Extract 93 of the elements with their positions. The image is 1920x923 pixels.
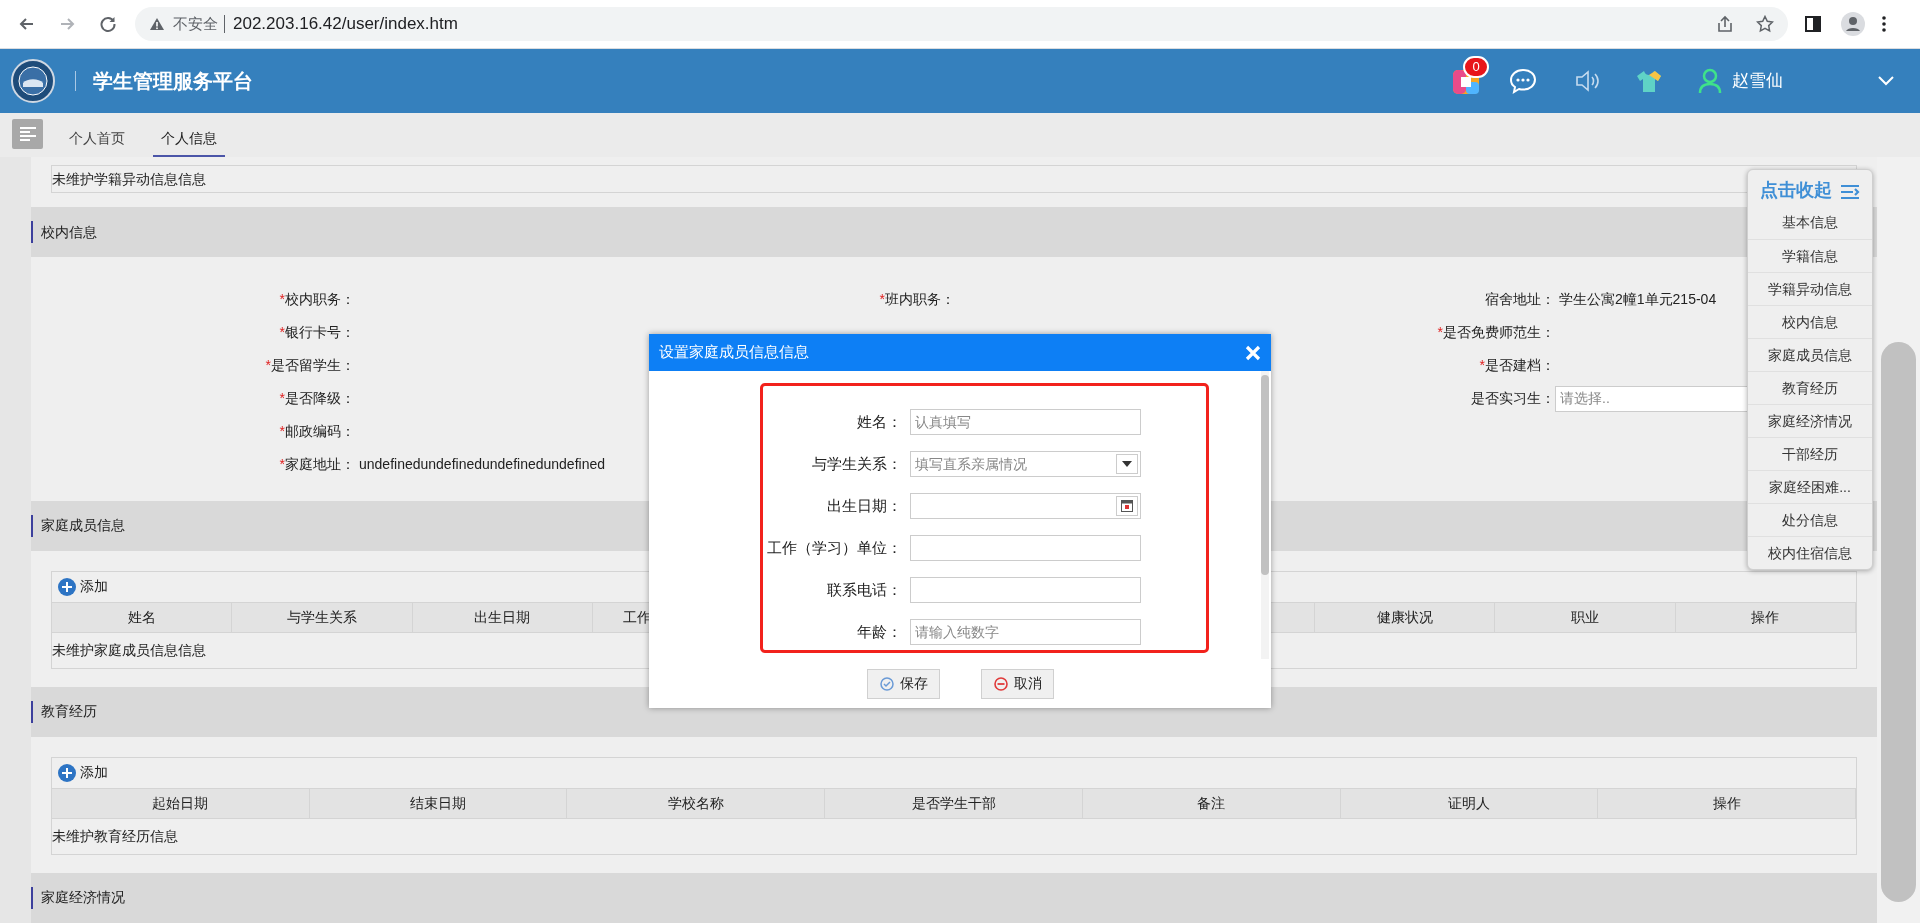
column-header: 备注 (1082, 788, 1341, 818)
collapse-icon[interactable] (1840, 184, 1860, 200)
column-header: 起始日期 (52, 788, 310, 818)
field-label: *银行卡号： (278, 323, 355, 342)
select-field[interactable]: 填写直系亲属情况 (910, 451, 1141, 477)
field-value: 学生公寓2幢1单元215-04 (1559, 290, 1717, 309)
field-label: *邮政编码： (278, 422, 355, 441)
column-header: 操作 (1675, 602, 1856, 632)
side-menu-item[interactable]: 教育经历 (1748, 371, 1872, 404)
scrollbar-thumb[interactable] (1261, 375, 1269, 575)
side-menu-item[interactable]: 学籍信息 (1748, 239, 1872, 272)
field-label: 与学生关系： (811, 453, 902, 474)
input-field[interactable] (910, 577, 1141, 603)
plus-icon (58, 577, 76, 596)
field-label: 出生日期： (826, 495, 902, 516)
profile-icon[interactable] (1841, 12, 1865, 36)
field-value: undefinedundefinedundefinedundefined (359, 455, 605, 474)
star-icon[interactable] (1756, 15, 1774, 33)
dialog-button[interactable]: 保存 (867, 668, 940, 699)
section-title: 家庭经济情况 (41, 888, 125, 908)
column-header: 是否学生干部 (825, 788, 1083, 818)
tab[interactable]: 个人首页 (61, 121, 133, 157)
column-header: 学校名称 (567, 788, 826, 818)
check-circle-icon (879, 676, 894, 691)
input-field[interactable]: 请输入纯数字 (910, 619, 1141, 645)
column-header: 结束日期 (309, 788, 568, 818)
security-label: 不安全 (173, 13, 218, 34)
app-title: 学生管理服务平台 (93, 69, 253, 94)
side-menu-item[interactable]: 家庭成员信息 (1748, 338, 1872, 371)
field-label: 年龄： (856, 621, 902, 642)
field-label: 是否实习生： (1470, 389, 1555, 408)
empty-message: 未维护家庭成员信息信息 (52, 640, 206, 660)
side-menu-item[interactable]: 家庭经济情况 (1748, 404, 1872, 437)
field-label: *是否留学生： (264, 356, 355, 375)
more-icon[interactable] (1881, 15, 1887, 33)
add-button[interactable]: 添加 (58, 762, 108, 784)
share-icon[interactable] (1716, 15, 1734, 33)
column-header: 姓名 (52, 602, 233, 632)
plus-icon (58, 763, 76, 782)
column-header: 健康状况 (1314, 602, 1496, 632)
column-header: 与学生关系 (232, 602, 413, 632)
side-menu-item[interactable]: 校内住宿信息 (1748, 536, 1872, 569)
speaker-icon[interactable] (1574, 69, 1600, 93)
minus-circle-icon (993, 676, 1008, 691)
empty-message: 未维护教育经历信息 (52, 826, 178, 846)
field-label: *校内职务： (278, 290, 355, 309)
dialog-title: 设置家庭成员信息信息 (659, 342, 809, 363)
side-menu-item[interactable]: 学籍异动信息 (1748, 272, 1872, 305)
section-title: 家庭成员信息 (41, 516, 125, 536)
url-text: 202.203.16.42/user/index.htm (233, 13, 458, 36)
menu-icon (17, 126, 38, 142)
field-label: 联系电话： (826, 579, 902, 600)
date-field[interactable] (910, 493, 1141, 519)
caret-icon (1122, 461, 1132, 467)
shirt-icon[interactable] (1635, 69, 1663, 93)
dialog-button[interactable]: 取消 (981, 668, 1054, 699)
column-header: 操作 (1598, 788, 1857, 818)
side-menu-item[interactable]: 处分信息 (1748, 503, 1872, 536)
section-title: 校内信息 (41, 222, 97, 242)
user-icon (1698, 68, 1722, 94)
side-menu-item[interactable]: 干部经历 (1748, 437, 1872, 470)
field-label: 宿舍地址： (1484, 290, 1555, 309)
column-header: 职业 (1495, 602, 1676, 632)
field-label: *班内职务： (878, 290, 955, 309)
input-field[interactable] (910, 535, 1141, 561)
reload-icon[interactable] (98, 14, 118, 34)
side-menu-item[interactable]: 基本信息 (1748, 206, 1872, 239)
scrollbar-thumb[interactable] (1881, 342, 1916, 902)
address-bar[interactable]: 不安全 202.203.16.42/user/index.htm (135, 7, 1788, 41)
side-menu-item[interactable]: 校内信息 (1748, 305, 1872, 338)
side-menu-item[interactable]: 家庭经困难... (1748, 470, 1872, 503)
chevron-down-icon[interactable] (1877, 75, 1895, 87)
notification-badge: 0 (1463, 56, 1489, 78)
chat-icon[interactable] (1509, 68, 1537, 94)
field-label: *是否免费师范生： (1436, 323, 1555, 342)
close-icon[interactable] (1245, 344, 1261, 361)
add-button[interactable]: 添加 (58, 576, 108, 598)
field-label: 姓名： (856, 411, 902, 432)
sidebar-icon[interactable] (1804, 15, 1822, 33)
field-label: *家庭地址： (278, 455, 355, 474)
input-field[interactable]: 认真填写 (910, 409, 1141, 435)
calendar-icon (1121, 500, 1133, 512)
menu-button[interactable] (12, 119, 43, 149)
section-title: 教育经历 (41, 702, 97, 722)
column-header: 证明人 (1340, 788, 1599, 818)
empty-message: 未维护学籍异动信息信息 (52, 169, 206, 189)
field-label: *是否降级： (278, 389, 355, 408)
field-label: *是否建档： (1478, 356, 1555, 375)
user-name[interactable]: 赵雪仙 (1732, 68, 1783, 94)
column-header: 出生日期 (412, 602, 594, 632)
field-label: 工作（学习）单位： (766, 537, 902, 558)
logo-icon (11, 59, 55, 103)
warning-icon (149, 16, 165, 32)
